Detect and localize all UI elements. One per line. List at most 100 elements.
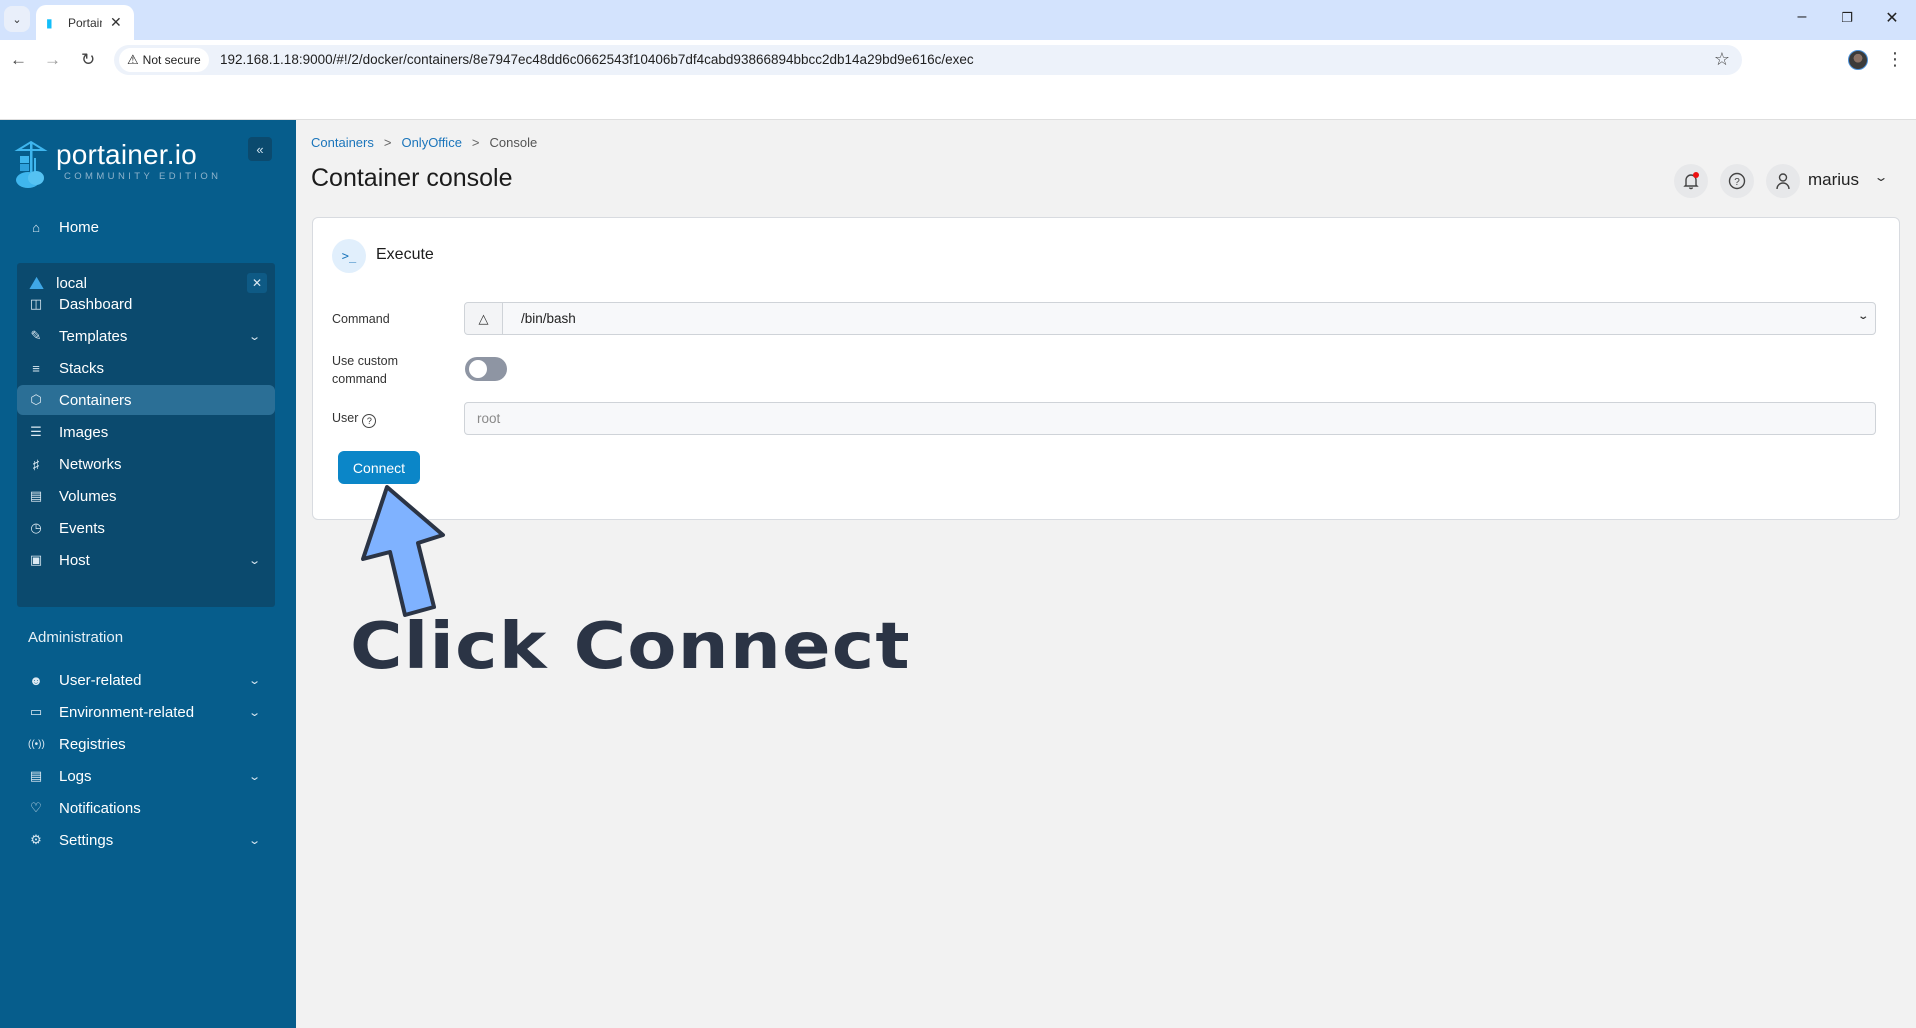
portainer-logo[interactable]: portainer.io COMMUNITY EDITION [14, 140, 221, 188]
sidebar-item-label: Environment-related [59, 703, 195, 721]
sidebar-item-label: Settings [59, 831, 114, 849]
home-icon: ⌂ [32, 219, 40, 235]
bookmark-star-icon[interactable]: ☆ [1714, 49, 1730, 70]
chevron-down-icon[interactable]: ⌄ [248, 554, 261, 567]
clock-icon: ◷ [30, 520, 42, 535]
chevron-down-icon[interactable]: ⌄ [248, 770, 261, 783]
window-close-icon[interactable]: ✕ [1880, 8, 1904, 28]
help-circle-icon[interactable]: ? [362, 414, 377, 428]
sidebar-item-user-related[interactable]: ☻ User-related ⌄ [17, 665, 275, 695]
address-bar[interactable]: ⚠ Not secure 192.168.1.18:9000/#!/2/dock… [114, 45, 1742, 75]
page-title: Container console [311, 164, 513, 192]
sidebar-item-dashboard[interactable]: ◫ Dashboard [17, 289, 275, 319]
custom-command-toggle[interactable] [465, 357, 507, 381]
chevron-down-icon[interactable]: ⌄ [248, 330, 261, 343]
sidebar: portainer.io COMMUNITY EDITION « ⌂ Home … [0, 120, 296, 1028]
sidebar-item-logs[interactable]: ▤ Logs ⌄ [17, 761, 275, 791]
edit-icon: ✎ [30, 328, 42, 343]
command-select[interactable]: △ /bin/bash ⌄ [464, 302, 1876, 335]
breadcrumb: Containers > OnlyOffice > Console [311, 135, 537, 150]
forward-icon[interactable]: → [44, 50, 61, 70]
sidebar-item-volumes[interactable]: ▤ Volumes [17, 481, 275, 511]
sidebar-item-stacks[interactable]: ≡ Stacks [17, 353, 275, 383]
kebab-menu-icon[interactable]: ⋮ [1886, 49, 1904, 70]
sidebar-item-settings[interactable]: ⚙ Settings ⌄ [17, 825, 275, 855]
reload-icon[interactable]: ↻ [81, 50, 95, 70]
sidebar-item-home[interactable]: ⌂ Home [17, 212, 275, 242]
sidebar-item-images[interactable]: ☰ Images [17, 417, 275, 447]
custom-command-label: Use custom command [332, 354, 398, 386]
notifications-button[interactable] [1674, 164, 1708, 198]
sidebar-item-label: Logs [59, 767, 92, 785]
file-text-icon: ▤ [29, 768, 43, 783]
breadcrumb-containers[interactable]: Containers [311, 135, 374, 150]
sidebar-item-events[interactable]: ◷ Events [17, 513, 275, 543]
sidebar-item-label: Home [59, 218, 100, 236]
security-chip[interactable]: ⚠ Not secure [119, 48, 209, 72]
user-label-row: User? [332, 409, 377, 428]
sidebar-item-host[interactable]: ▣ Host ⌄ [17, 545, 275, 575]
sidebar-item-label: Dashboard [59, 295, 133, 313]
profile-avatar[interactable] [1848, 50, 1868, 70]
sidebar-item-label: Registries [59, 735, 126, 753]
close-tab-icon[interactable]: ✕ [110, 14, 122, 31]
not-secure-label: Not secure [142, 53, 201, 67]
username[interactable]: marius [1808, 170, 1859, 190]
portainer-favicon-icon: ▮ [46, 15, 53, 30]
sidebar-item-label: Notifications [59, 799, 141, 817]
tab-title: Portainer [68, 15, 102, 30]
command-label: Command [332, 312, 390, 326]
administration-heading: Administration [28, 629, 124, 646]
help-button[interactable]: ? [1720, 164, 1754, 198]
back-icon[interactable]: ← [10, 50, 27, 70]
user-icon [1776, 173, 1790, 190]
browser-tab-bar: ⌄ ▮ Portainer ✕ – ❐ ✕ [0, 0, 1916, 40]
chevron-down-icon: ⌄ [1856, 311, 1869, 322]
tab-list-button[interactable]: ⌄ [4, 6, 30, 32]
user-label: User [332, 411, 359, 425]
collapse-sidebar-button[interactable]: « [248, 137, 272, 161]
unread-indicator [1693, 172, 1699, 178]
sidebar-item-environment-related[interactable]: ▭ Environment-related ⌄ [17, 697, 275, 727]
sidebar-item-notifications[interactable]: ♡ Notifications [17, 793, 275, 823]
restore-icon[interactable]: ❐ [1835, 10, 1859, 26]
chevron-down-icon[interactable]: ⌄ [1873, 170, 1888, 184]
warning-icon: ⚠ [127, 52, 139, 67]
execute-card: >_ Execute Command △ /bin/bash ⌄ Use cus… [312, 217, 1900, 520]
user-menu-avatar[interactable] [1766, 164, 1800, 198]
box-icon: ⬡ [30, 392, 42, 407]
layout-icon: ◫ [29, 296, 43, 311]
sidebar-item-registries[interactable]: ((•)) Registries [17, 729, 275, 759]
server-icon: ▣ [29, 552, 43, 567]
browser-toolbar: ← → ↻ ⚠ Not secure 192.168.1.18:9000/#!/… [0, 40, 1916, 80]
bookmarks-bar [0, 80, 1916, 120]
terminal-icon: >_ [332, 239, 366, 273]
breadcrumb-onlyoffice[interactable]: OnlyOffice [401, 135, 461, 150]
hard-drive-icon: ▭ [29, 704, 43, 719]
sidebar-item-networks[interactable]: ♯ Networks [17, 449, 275, 479]
users-icon: ☻ [29, 672, 43, 688]
logo-name: portainer.io [56, 139, 197, 170]
list-icon: ☰ [30, 424, 42, 439]
sidebar-item-templates[interactable]: ✎ Templates ⌄ [17, 321, 275, 351]
portainer-crane-icon [14, 140, 50, 188]
minimize-icon[interactable]: – [1790, 8, 1814, 26]
url-text[interactable]: 192.168.1.18:9000/#!/2/docker/containers… [220, 52, 974, 67]
chevron-down-icon[interactable]: ⌄ [248, 706, 261, 719]
sidebar-item-label: Containers [59, 391, 132, 409]
sidebar-item-label: Images [59, 423, 109, 441]
linux-icon: △ [465, 303, 503, 334]
bell-icon: ♡ [30, 800, 42, 815]
sidebar-item-containers[interactable]: ⬡ Containers [17, 385, 275, 415]
chevrons-left-icon: « [256, 141, 264, 157]
sidebar-item-label: Networks [59, 455, 122, 473]
chevron-down-icon[interactable]: ⌄ [248, 834, 261, 847]
browser-tab[interactable]: ▮ Portainer ✕ [36, 5, 134, 40]
network-icon: ♯ [32, 456, 40, 472]
sidebar-item-label: Volumes [59, 487, 117, 505]
connect-button[interactable]: Connect [338, 451, 420, 484]
chevron-down-icon[interactable]: ⌄ [248, 674, 261, 687]
sidebar-item-label: User-related [59, 671, 142, 689]
sidebar-item-label: Events [59, 519, 105, 537]
user-input[interactable] [464, 402, 1876, 435]
